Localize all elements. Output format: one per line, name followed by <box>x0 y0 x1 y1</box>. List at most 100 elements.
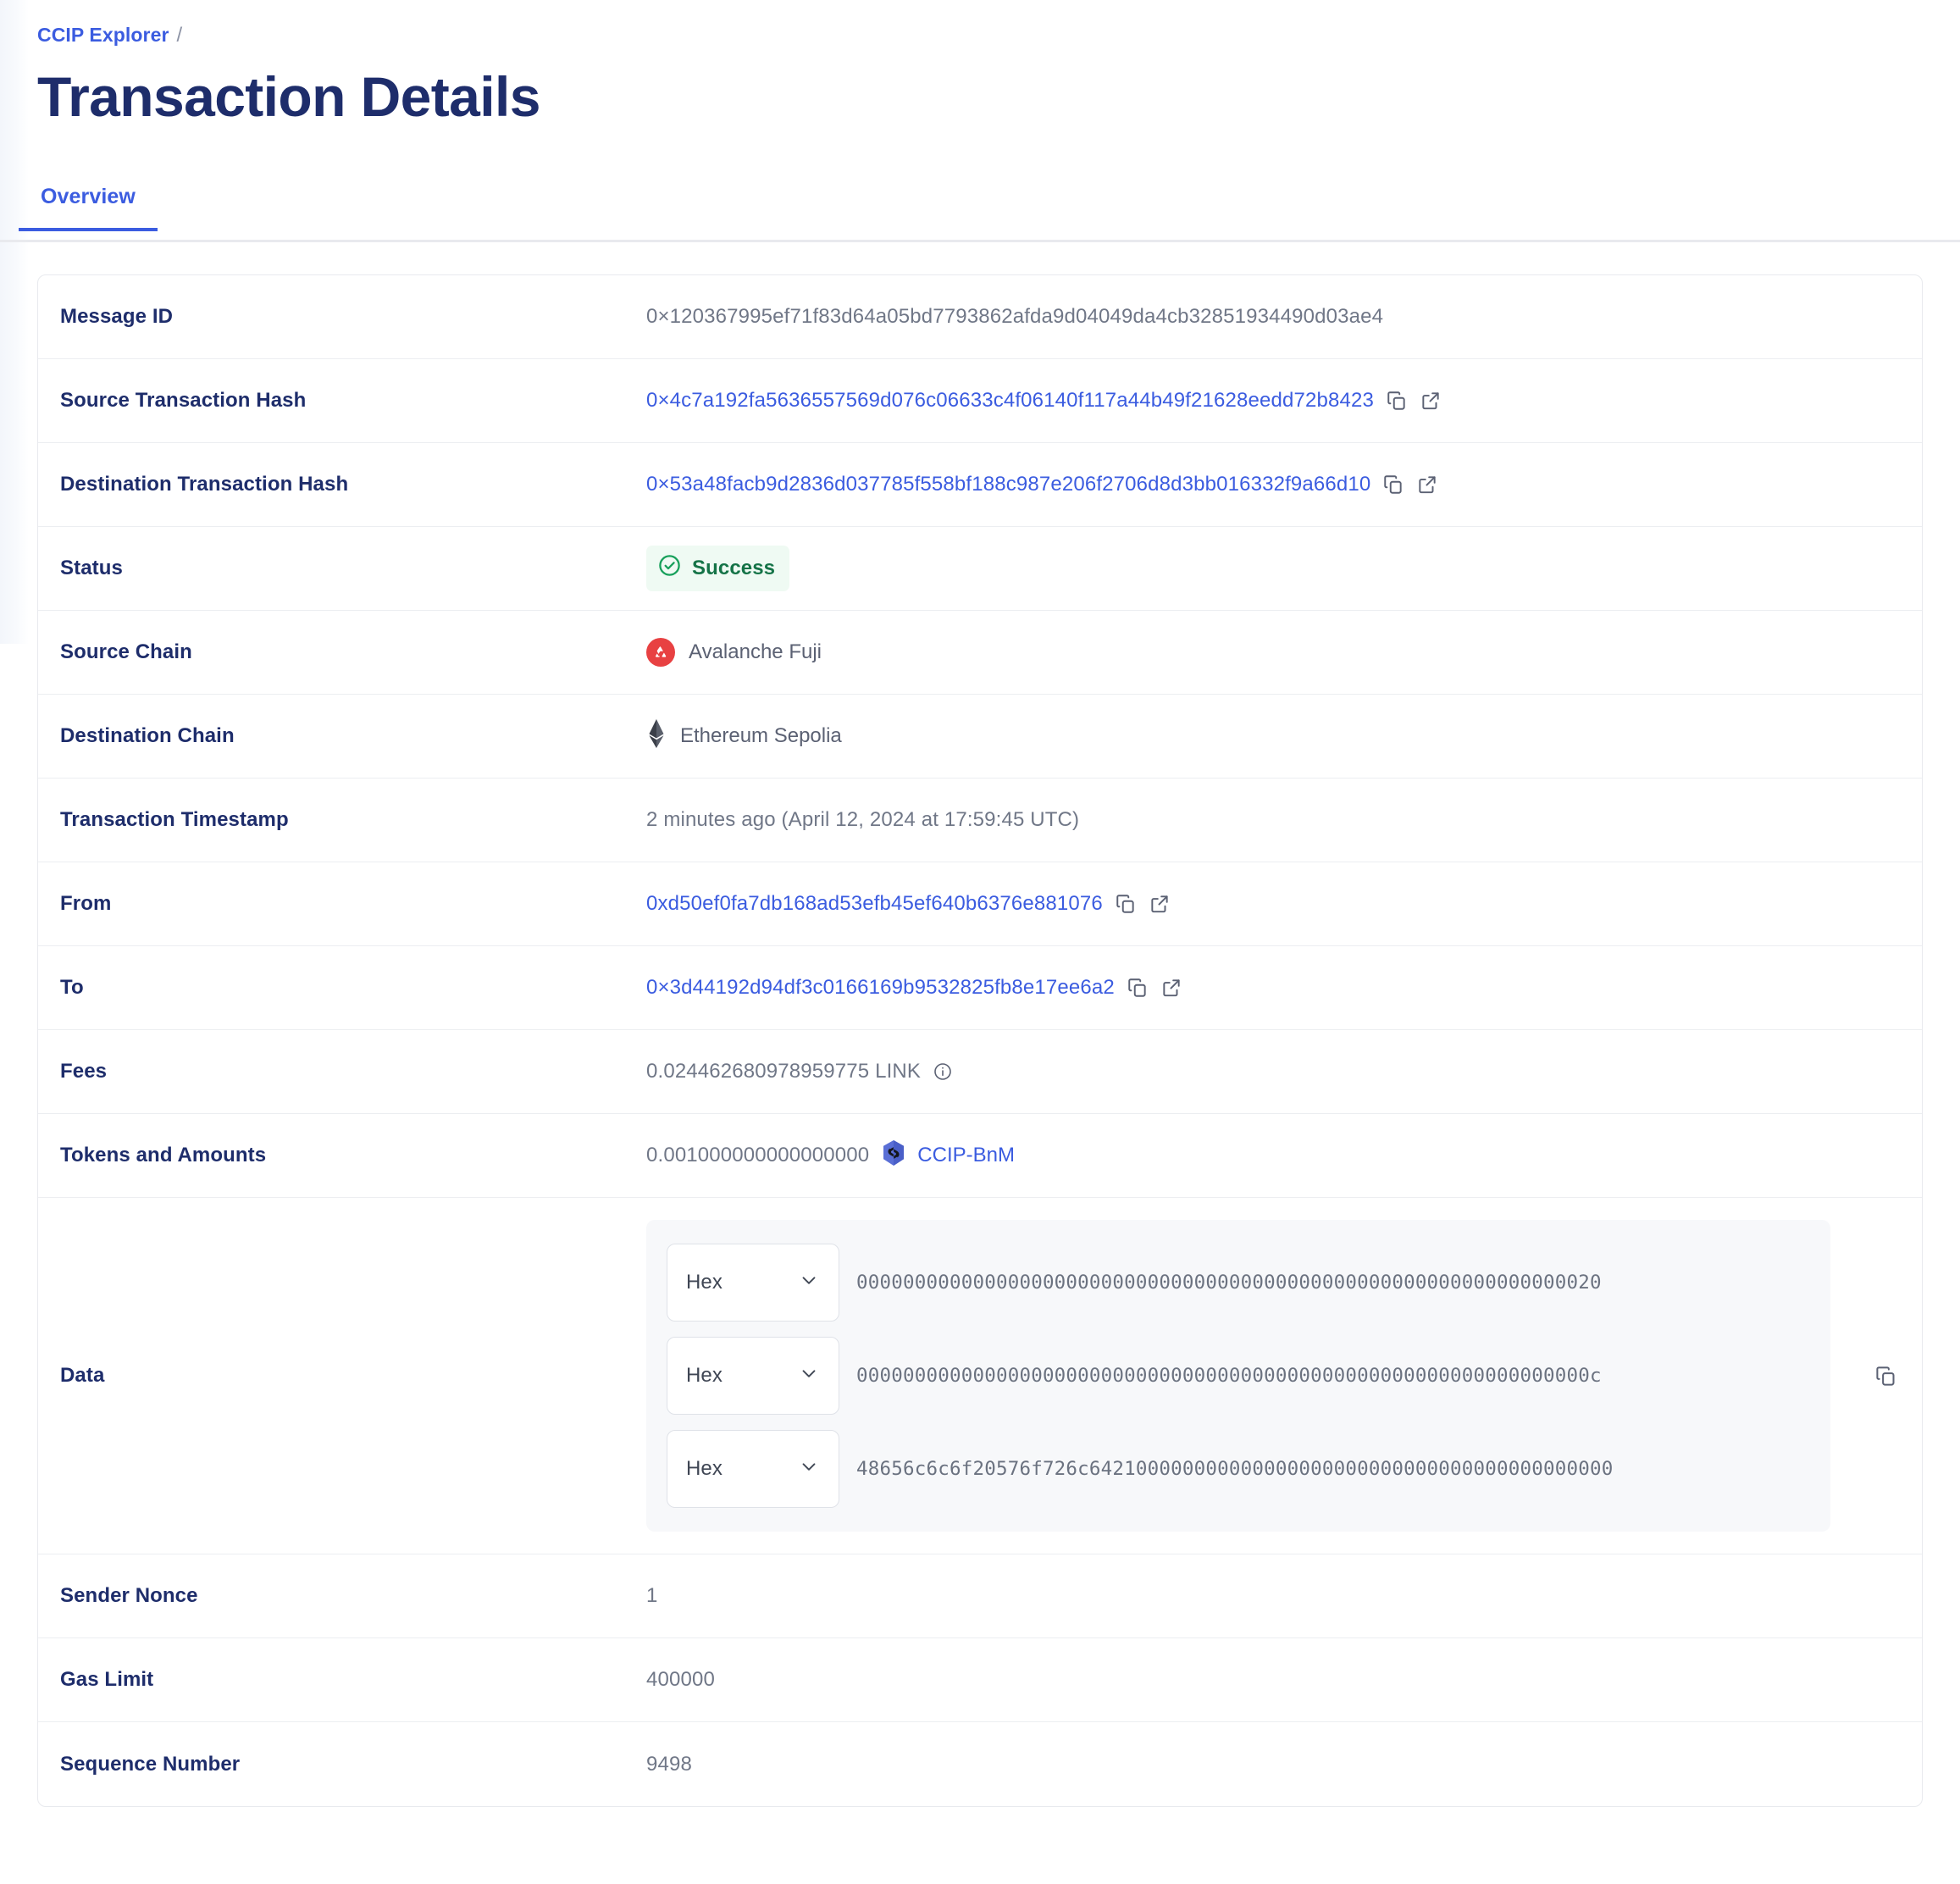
row-value: 0×3d44192d94df3c0166169b9532825fb8e17ee6… <box>646 976 1922 1000</box>
row-value: 0×53a48facb9d2836d037785f558bf188c987e20… <box>646 473 1922 496</box>
tab-overview[interactable]: Overview <box>19 176 158 232</box>
data-copy-wrap <box>1842 1365 1897 1388</box>
row-value: 0.024462680978959775 LINK <box>646 1060 1922 1083</box>
data-format-label: Hex <box>686 1457 723 1481</box>
row-fees: Fees 0.024462680978959775 LINK <box>38 1030 1922 1115</box>
open-source-transaction-external-button[interactable] <box>1420 390 1442 412</box>
row-tokens-and-amounts: Tokens and Amounts 0.001000000000000000 … <box>38 1114 1922 1199</box>
tab-bar-underline <box>0 240 1960 243</box>
row-label: Source Chain <box>60 640 192 664</box>
row-value: 0.001000000000000000 CCIP-BnM <box>646 1139 1922 1172</box>
copy-source-transaction-hash-button[interactable] <box>1386 390 1408 412</box>
row-value: Avalanche Fuji <box>646 638 1922 668</box>
external-link-icon <box>1149 893 1171 915</box>
data-hex-value-0: 0000000000000000000000000000000000000000… <box>856 1272 1602 1294</box>
copy-icon <box>1382 474 1404 496</box>
fees-info-icon[interactable] <box>933 1061 953 1082</box>
data-panel: Hex 000000000000000000000000000000000000… <box>646 1220 1830 1532</box>
source-chain-name: Avalanche Fuji <box>689 640 822 664</box>
chevron-down-icon <box>798 1269 820 1297</box>
message-id-value: 0×120367995ef71f83d64a05bd7793862afda9d0… <box>646 305 1384 329</box>
row-value: 2 minutes ago (April 12, 2024 at 17:59:4… <box>646 808 1922 832</box>
copy-icon <box>1115 893 1137 915</box>
data-format-select-0[interactable]: Hex <box>667 1244 839 1322</box>
row-label: Message ID <box>60 305 174 329</box>
row-value: 0xd50ef0fa7db168ad53efb45ef640b6376e8810… <box>646 892 1922 916</box>
data-line: Hex 48656c6c6f20576f726c6421000000000000… <box>667 1430 1810 1509</box>
row-label: Data <box>60 1364 105 1388</box>
row-value: 0×120367995ef71f83d64a05bd7793862afda9d0… <box>646 305 1922 329</box>
external-link-icon <box>1420 390 1442 412</box>
row-message-id: Message ID 0×120367995ef71f83d64a05bd779… <box>38 275 1922 360</box>
breadcrumb-link-ccip-explorer[interactable]: CCIP Explorer <box>37 24 169 47</box>
gas-limit-value: 400000 <box>646 1668 715 1692</box>
row-value: 9498 <box>646 1753 1922 1776</box>
copy-icon <box>1386 390 1408 412</box>
row-transaction-timestamp: Transaction Timestamp 2 minutes ago (Apr… <box>38 779 1922 863</box>
row-destination-transaction-hash: Destination Transaction Hash 0×53a48facb… <box>38 443 1922 528</box>
row-label: Fees <box>60 1060 108 1083</box>
source-transaction-hash-link[interactable]: 0×4c7a192fa5636557569d076c06633c4f06140f… <box>646 389 1374 413</box>
row-label: Gas Limit <box>60 1668 154 1692</box>
row-sequence-number: Sequence Number 9498 <box>38 1722 1922 1806</box>
from-address-link[interactable]: 0xd50ef0fa7db168ad53efb45ef640b6376e8810… <box>646 892 1103 916</box>
status-badge: Success <box>646 546 790 592</box>
status-badge-label: Success <box>692 557 776 580</box>
open-destination-transaction-external-button[interactable] <box>1416 474 1438 496</box>
data-format-select-2[interactable]: Hex <box>667 1430 839 1509</box>
data-hex-value-2: 48656c6c6f20576f726c64210000000000000000… <box>856 1458 1614 1481</box>
token-cell: CCIP-BnM <box>881 1139 1015 1172</box>
row-source-chain: Source Chain Avalanche Fuji <box>38 611 1922 695</box>
row-value: Hex 000000000000000000000000000000000000… <box>646 1220 1922 1532</box>
copy-to-address-button[interactable] <box>1127 977 1149 999</box>
destination-chain-cell: Ethereum Sepolia <box>646 718 842 754</box>
row-value: 400000 <box>646 1668 1922 1692</box>
row-to: To 0×3d44192d94df3c0166169b9532825fb8e17… <box>38 946 1922 1031</box>
external-link-icon <box>1160 977 1182 999</box>
copy-from-address-button[interactable] <box>1115 893 1137 915</box>
source-chain-cell: Avalanche Fuji <box>646 638 822 668</box>
ethereum-icon <box>646 718 667 754</box>
open-to-address-external-button[interactable] <box>1160 977 1182 999</box>
row-value: 1 <box>646 1584 1922 1608</box>
row-sender-nonce: Sender Nonce 1 <box>38 1554 1922 1639</box>
data-line: Hex 000000000000000000000000000000000000… <box>667 1244 1810 1322</box>
page-root: CCIP Explorer / Transaction Details Over… <box>0 0 1960 1808</box>
chevron-down-icon <box>798 1455 820 1483</box>
transaction-details-card: Message ID 0×120367995ef71f83d64a05bd779… <box>37 274 1923 1808</box>
row-value: Success <box>646 546 1922 592</box>
sequence-number-value: 9498 <box>646 1752 692 1776</box>
row-value: Ethereum Sepolia <box>646 718 1922 754</box>
row-label: Sequence Number <box>60 1752 241 1776</box>
check-circle-icon <box>657 553 682 584</box>
row-label: From <box>60 892 112 916</box>
token-symbol-link[interactable]: CCIP-BnM <box>917 1144 1015 1167</box>
data-hex-value-1: 0000000000000000000000000000000000000000… <box>856 1365 1602 1388</box>
open-from-address-external-button[interactable] <box>1149 893 1171 915</box>
copy-icon <box>1127 977 1149 999</box>
copy-data-button[interactable] <box>1874 1365 1897 1388</box>
row-label: Source Transaction Hash <box>60 389 307 413</box>
to-address-link[interactable]: 0×3d44192d94df3c0166169b9532825fb8e17ee6… <box>646 976 1115 1000</box>
row-label: Status <box>60 557 123 580</box>
row-from: From 0xd50ef0fa7db168ad53efb45ef640b6376… <box>38 862 1922 947</box>
data-line: Hex 000000000000000000000000000000000000… <box>667 1337 1810 1416</box>
row-label: Destination Transaction Hash <box>60 473 349 496</box>
row-label: Destination Chain <box>60 724 235 748</box>
avalanche-icon <box>646 638 675 668</box>
fees-value: 0.024462680978959775 LINK <box>646 1060 922 1083</box>
breadcrumb-separator: / <box>176 24 183 47</box>
external-link-icon <box>1416 474 1438 496</box>
row-destination-chain: Destination Chain Ethereum Sepolia <box>38 695 1922 779</box>
ccip-bnm-token-icon <box>881 1139 906 1172</box>
copy-destination-transaction-hash-button[interactable] <box>1382 474 1404 496</box>
data-format-label: Hex <box>686 1271 723 1294</box>
row-label: Sender Nonce <box>60 1584 198 1608</box>
breadcrumb: CCIP Explorer / <box>37 0 1923 48</box>
destination-transaction-hash-link[interactable]: 0×53a48facb9d2836d037785f558bf188c987e20… <box>646 473 1370 496</box>
chevron-down-icon <box>798 1362 820 1390</box>
sender-nonce-value: 1 <box>646 1584 658 1608</box>
data-format-select-1[interactable]: Hex <box>667 1337 839 1416</box>
token-amount-value: 0.001000000000000000 <box>646 1144 870 1167</box>
row-value: 0×4c7a192fa5636557569d076c06633c4f06140f… <box>646 389 1922 413</box>
